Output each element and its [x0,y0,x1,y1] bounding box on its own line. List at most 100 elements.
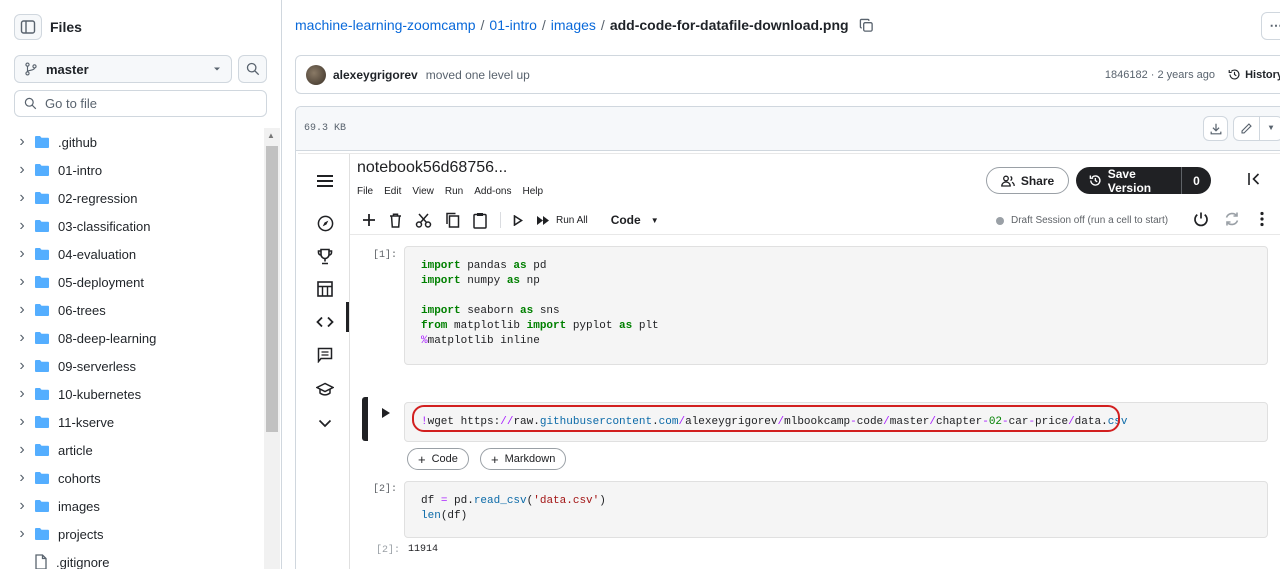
sidebar-scrollbar[interactable]: ▲ [264,128,280,569]
chevron-right-icon[interactable]: › [12,329,32,347]
scroll-up-icon[interactable]: ▲ [267,131,275,140]
add-cell-icon[interactable] [362,213,376,227]
scroll-thumb[interactable] [266,146,278,432]
notebook-menu-item[interactable]: Run [445,186,463,197]
tree-item[interactable]: › 03-classification [12,212,262,240]
notebook-title[interactable]: notebook56d68756... [357,159,507,177]
collapse-sidebar-button[interactable] [14,14,42,40]
notebook-menu-item[interactable]: Help [522,186,543,197]
power-icon[interactable] [1193,211,1209,230]
add-code-label: Code [431,453,458,465]
trophy-icon[interactable] [314,245,336,267]
run-all-button[interactable]: Run All [536,215,588,226]
chevron-right-icon[interactable]: › [12,497,32,515]
commit-author[interactable]: alexeygrigorev [333,68,418,82]
chevron-right-icon[interactable]: › [12,273,32,291]
notebook-menu-item[interactable]: View [412,186,434,197]
cut-icon[interactable] [415,213,432,228]
restart-icon[interactable] [1224,211,1240,230]
chevron-right-icon[interactable]: › [12,161,32,179]
chevron-right-icon[interactable]: › [12,441,32,459]
chevron-right-icon[interactable]: › [12,133,32,151]
chevron-right-icon[interactable]: › [12,525,32,543]
comments-icon[interactable] [314,344,336,366]
chevron-right-icon[interactable]: › [12,413,32,431]
tree-item[interactable]: › 06-trees [12,296,262,324]
save-version-button[interactable]: Save Version 0 [1076,167,1211,194]
edit-dropdown-button[interactable]: ▼ [1260,117,1280,140]
tree-item[interactable]: › 02-regression [12,184,262,212]
notebook-menu-item[interactable]: Add-ons [474,186,511,197]
version-count[interactable]: 0 [1182,174,1211,188]
tree-item[interactable]: › 01-intro [12,156,262,184]
edit-button[interactable] [1234,117,1260,140]
avatar[interactable] [306,64,326,85]
tree-item[interactable]: › cohorts [12,464,262,492]
notebook-menu-item[interactable]: Edit [384,186,401,197]
tree-item[interactable]: .gitignore [12,548,262,569]
tree-item[interactable]: › images [12,492,262,520]
breadcrumb-dir-link[interactable]: 01-intro [489,17,536,33]
collapse-panel-icon[interactable] [1247,172,1261,189]
tree-item-label: 05-deployment [58,274,144,290]
paste-icon[interactable] [473,212,487,229]
chevron-right-icon[interactable]: › [12,357,32,375]
cell-execution-label: [2]: [373,484,398,495]
code-cell-3[interactable]: df = pd.read_csv('data.csv') len(df) [404,481,1268,538]
tree-item[interactable]: › 10-kubernetes [12,380,262,408]
tree-item[interactable]: › 05-deployment [12,268,262,296]
folder-icon [34,415,50,429]
tree-item[interactable]: › .github [12,128,262,156]
compass-icon[interactable] [314,212,336,234]
chevron-down-icon[interactable] [314,412,336,434]
hamburger-menu-icon[interactable] [314,170,336,192]
chevron-right-icon[interactable]: › [12,189,32,207]
notebook-menu-item[interactable]: File [357,186,373,197]
tree-item-label: 02-regression [58,190,138,206]
code-cell-1[interactable]: import pandas as pd import numpy as np i… [404,246,1268,365]
edit-button-group: ▼ [1233,116,1280,141]
breadcrumb-repo-link[interactable]: machine-learning-zoomcamp [295,17,476,33]
tree-item[interactable]: › projects [12,520,262,548]
branch-selector[interactable]: master [14,55,232,83]
breadcrumb-separator: / [480,17,485,33]
tree-item[interactable]: › 09-serverless [12,352,262,380]
chevron-right-icon[interactable]: › [12,301,32,319]
chevron-right-icon[interactable]: › [12,469,32,487]
tree-item[interactable]: › 04-evaluation [12,240,262,268]
files-sidebar: Files master Go to file › .github › 01-intr… [0,0,282,569]
delete-icon[interactable] [389,212,402,228]
commit-meta[interactable]: 1846182 · 2 years ago [1105,69,1215,81]
cell-type-dropdown[interactable]: Code ▼ [611,213,659,227]
more-options-button[interactable]: ⋯ [1261,12,1280,40]
tree-item[interactable]: › 11-kserve [12,408,262,436]
search-files-button[interactable] [238,55,267,83]
run-cell-icon[interactable] [381,407,391,422]
code-icon[interactable] [314,311,336,333]
breadcrumb-dir-link[interactable]: images [551,17,596,33]
table-icon[interactable] [314,278,336,300]
tree-item[interactable]: › article [12,436,262,464]
copy-path-button[interactable] [859,18,874,33]
session-status-text: Draft Session off (run a cell to start) [1011,215,1169,226]
tree-item[interactable]: › 08-deep-learning [12,324,262,352]
run-cell-icon[interactable] [513,214,523,226]
add-markdown-cell-button[interactable]: + Markdown [480,448,567,470]
fast-forward-icon [537,215,549,225]
chevron-right-icon[interactable]: › [12,385,32,403]
more-vert-icon[interactable] [1260,211,1264,230]
history-button[interactable]: History [1228,68,1280,81]
learn-icon[interactable] [314,378,336,400]
tree-item-label: 09-serverless [58,358,137,374]
add-code-cell-button[interactable]: + Code [407,448,469,470]
folder-icon [34,219,50,233]
share-button[interactable]: Share [986,167,1069,194]
chevron-right-icon[interactable]: › [12,245,32,263]
file-icon [34,554,48,569]
copy-icon[interactable] [445,212,460,228]
download-button[interactable] [1203,116,1228,141]
chevron-right-icon[interactable]: › [12,217,32,235]
go-to-file-input[interactable]: Go to file [14,90,267,117]
cell-output: 11914 [408,544,439,555]
commit-message[interactable]: moved one level up [426,68,530,82]
